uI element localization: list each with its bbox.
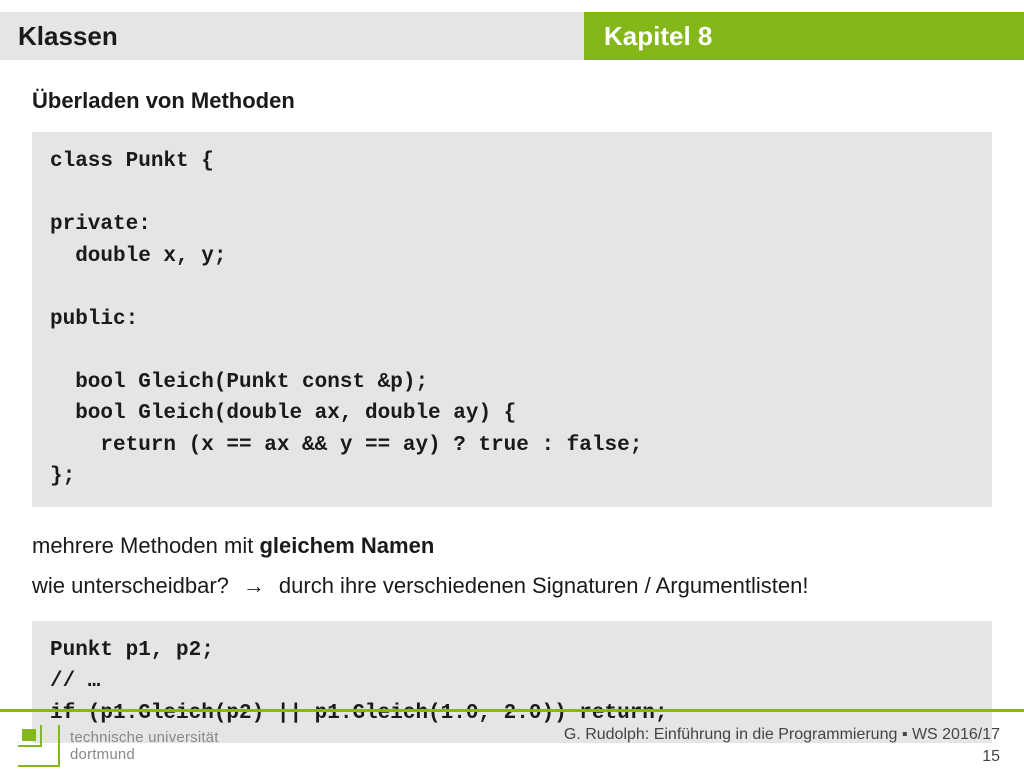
header-bar: Klassen Kapitel 8 bbox=[0, 12, 1024, 60]
logo-area: technische universität dortmund bbox=[18, 725, 219, 767]
header-title-right: Kapitel 8 bbox=[584, 12, 1024, 60]
text-line-2b: durch ihre verschiedenen Signaturen / Ar… bbox=[279, 569, 809, 603]
text-line-2: wie unterscheidbar? → durch ihre verschi… bbox=[32, 569, 992, 603]
university-name: technische universität dortmund bbox=[70, 729, 219, 764]
text-line-1b: gleichem Namen bbox=[259, 533, 434, 558]
slide-subtitle: Überladen von Methoden bbox=[32, 88, 992, 114]
footer-author-course: G. Rudolph: Einführung in die Programmie… bbox=[564, 724, 1000, 746]
page-number: 15 bbox=[564, 746, 1000, 768]
text-line-1a: mehrere Methoden mit bbox=[32, 533, 259, 558]
arrow-icon: → bbox=[243, 569, 265, 603]
uni-line-2: dortmund bbox=[70, 746, 219, 763]
text-line-1: mehrere Methoden mit gleichem Namen bbox=[32, 529, 992, 563]
content-area: Überladen von Methoden class Punkt { pri… bbox=[0, 60, 1024, 743]
header-title-left: Klassen bbox=[0, 12, 584, 60]
code-block-1: class Punkt { private: double x, y; publ… bbox=[32, 132, 992, 507]
text-line-2a: wie unterscheidbar? bbox=[32, 569, 229, 603]
tu-logo-icon bbox=[18, 725, 60, 767]
uni-line-1: technische universität bbox=[70, 729, 219, 746]
footer: technische universität dortmund G. Rudol… bbox=[0, 712, 1024, 780]
footer-meta: G. Rudolph: Einführung in die Programmie… bbox=[564, 724, 1000, 767]
